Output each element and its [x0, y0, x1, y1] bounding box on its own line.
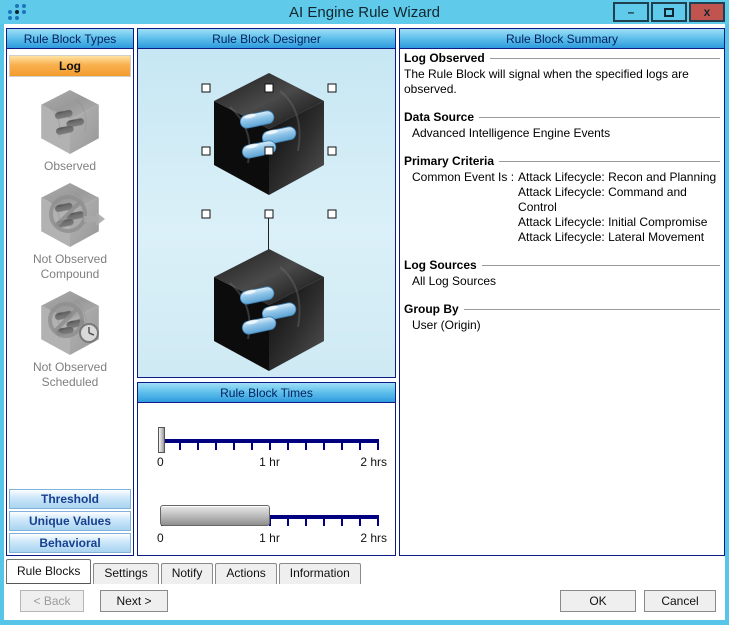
- tick-label: 2 hrs: [360, 455, 387, 469]
- section-line: User (Origin): [404, 318, 720, 333]
- client-area: Rule Block Types Log Observed Not Ob: [4, 24, 725, 620]
- not-observed-compound-cube-icon: [32, 182, 108, 248]
- tab-notify[interactable]: Notify: [161, 563, 214, 584]
- ai-engine-rule-wizard-window: AI Engine Rule Wizard – x Rule Block Typ…: [0, 0, 729, 625]
- criteria-label: Common Event Is :: [412, 170, 514, 245]
- selection-handle[interactable]: [265, 84, 274, 93]
- logrhythm-logo-icon: [6, 3, 28, 23]
- type-label: Not Observed Scheduled: [33, 360, 107, 390]
- summary-section-log-sources: Log Sources All Log Sources: [404, 258, 720, 289]
- section-title: Primary Criteria: [404, 154, 494, 168]
- threshold-type-button[interactable]: Threshold: [9, 489, 131, 509]
- selection-handle[interactable]: [265, 147, 274, 156]
- unique-values-type-button[interactable]: Unique Values: [9, 511, 131, 531]
- slider-ticks: [161, 443, 379, 450]
- rule-block-designer-panel: Rule Block Designer: [137, 28, 396, 378]
- selection-handle[interactable]: [328, 210, 337, 219]
- section-line: Advanced Intelligence Engine Events: [404, 126, 720, 141]
- log-type-button[interactable]: Log: [9, 55, 131, 77]
- rule-block-2-cube[interactable]: [210, 247, 328, 373]
- maximize-icon: [664, 8, 674, 17]
- close-button[interactable]: x: [689, 2, 725, 22]
- rule-block-times-panel: Rule Block Times 0 1 hr 2 hrs 0 1 hr 2: [137, 382, 396, 556]
- slider-thumb[interactable]: [158, 427, 165, 453]
- tab-rule-blocks[interactable]: Rule Blocks: [6, 559, 91, 584]
- slider-range-bar[interactable]: [160, 505, 270, 526]
- designer-canvas[interactable]: [138, 49, 395, 377]
- minimize-button[interactable]: –: [613, 2, 649, 22]
- criteria-value: Attack Lifecycle: Recon and Planning: [518, 170, 720, 185]
- titlebar: AI Engine Rule Wizard – x: [0, 0, 729, 24]
- summary-section-log-observed: Log Observed The Rule Block will signal …: [404, 51, 720, 97]
- section-title: Group By: [404, 302, 459, 316]
- selection-handle[interactable]: [202, 84, 211, 93]
- tab-information[interactable]: Information: [279, 563, 361, 584]
- rule-block-times-header: Rule Block Times: [138, 383, 395, 403]
- rule-block-types-panel: Rule Block Types Log Observed Not Ob: [6, 28, 134, 556]
- type-label: Not Observed Compound: [33, 252, 107, 282]
- block-connector-line: [268, 218, 269, 250]
- criteria-value: Attack Lifecycle: Lateral Movement: [518, 230, 720, 245]
- rule-block-summary-panel: Rule Block Summary Log Observed The Rule…: [399, 28, 725, 556]
- type-item-observed[interactable]: Observed: [7, 89, 133, 174]
- behavioral-type-button[interactable]: Behavioral: [9, 533, 131, 553]
- type-item-not-observed-compound[interactable]: Not Observed Compound: [7, 182, 133, 282]
- selection-handle[interactable]: [328, 147, 337, 156]
- summary-section-primary-criteria: Primary Criteria Common Event Is : Attac…: [404, 154, 720, 245]
- selection-handle[interactable]: [328, 84, 337, 93]
- type-label: Observed: [44, 159, 96, 174]
- footer: < Back Next > OK Cancel: [4, 590, 725, 620]
- summary-section-group-by: Group By User (Origin): [404, 302, 720, 333]
- rule-block-types-header: Rule Block Types: [7, 29, 133, 49]
- rule-block-designer-header: Rule Block Designer: [138, 29, 395, 49]
- maximize-button[interactable]: [651, 2, 687, 22]
- rule-block-summary-header: Rule Block Summary: [400, 29, 724, 49]
- section-line: The Rule Block will signal when the spec…: [404, 67, 720, 97]
- not-observed-scheduled-cube-icon: [32, 290, 108, 356]
- selection-handle[interactable]: [202, 147, 211, 156]
- tick-label: 1 hr: [259, 455, 280, 469]
- ok-button[interactable]: OK: [560, 590, 636, 612]
- cancel-button[interactable]: Cancel: [644, 590, 716, 612]
- tick-label: 0: [157, 531, 164, 545]
- observed-cube-icon: [32, 89, 108, 155]
- tick-label: 0: [157, 455, 164, 469]
- wizard-tabbar: Rule Blocks Settings Notify Actions Info…: [6, 558, 363, 584]
- type-item-not-observed-scheduled[interactable]: Not Observed Scheduled: [7, 290, 133, 390]
- selection-handle[interactable]: [202, 210, 211, 219]
- selection-handle[interactable]: [265, 210, 274, 219]
- section-line: All Log Sources: [404, 274, 720, 289]
- next-button[interactable]: Next >: [100, 590, 168, 612]
- summary-section-data-source: Data Source Advanced Intelligence Engine…: [404, 110, 720, 141]
- criteria-value: Attack Lifecycle: Command and Control: [518, 185, 720, 215]
- tick-label: 1 hr: [259, 531, 280, 545]
- summary-body: Log Observed The Rule Block will signal …: [400, 49, 724, 333]
- time-slider-1: 0 1 hr 2 hrs: [160, 427, 379, 473]
- section-title: Data Source: [404, 110, 474, 124]
- tick-label: 2 hrs: [360, 531, 387, 545]
- time-slider-2: 0 1 hr 2 hrs: [160, 503, 379, 549]
- section-title: Log Sources: [404, 258, 477, 272]
- section-title: Log Observed: [404, 51, 485, 65]
- back-button[interactable]: < Back: [20, 590, 84, 612]
- criteria-value: Attack Lifecycle: Initial Compromise: [518, 215, 720, 230]
- tab-settings[interactable]: Settings: [93, 563, 158, 584]
- tab-actions[interactable]: Actions: [215, 563, 276, 584]
